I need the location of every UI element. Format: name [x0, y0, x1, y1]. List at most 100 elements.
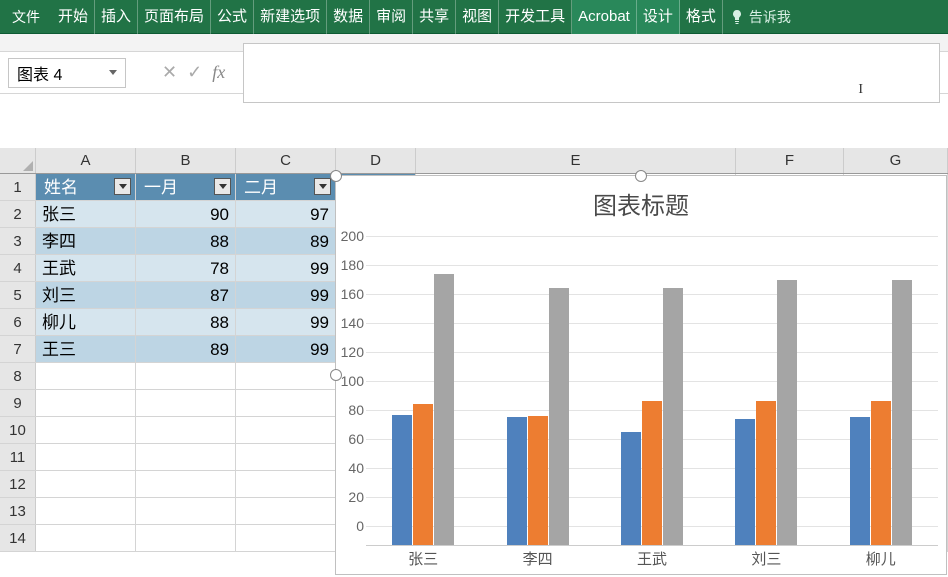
cell[interactable]: 张三: [36, 201, 136, 227]
filter-dropdown-icon[interactable]: [114, 178, 131, 195]
table-header-cell[interactable]: 姓名: [36, 174, 136, 200]
row-header[interactable]: 11: [0, 444, 36, 470]
cell[interactable]: [236, 417, 336, 443]
cell[interactable]: 90: [136, 201, 236, 227]
col-header[interactable]: G: [844, 148, 948, 173]
cell[interactable]: 88: [136, 228, 236, 254]
cell[interactable]: [36, 444, 136, 470]
cell[interactable]: [236, 525, 336, 551]
cell[interactable]: [136, 471, 236, 497]
chart-plot-area[interactable]: 020406080100120140160180200张三李四王武刘三柳儿: [366, 236, 938, 546]
ribbon-tab[interactable]: 插入: [95, 0, 138, 34]
embedded-chart[interactable]: 图表标题 020406080100120140160180200张三李四王武刘三…: [335, 175, 947, 575]
col-header[interactable]: D: [336, 148, 416, 173]
cell[interactable]: [236, 363, 336, 389]
resize-handle[interactable]: [635, 170, 647, 182]
cell[interactable]: [36, 498, 136, 524]
filter-dropdown-icon[interactable]: [314, 178, 331, 195]
table-header-cell[interactable]: 一月: [136, 174, 236, 200]
cell[interactable]: 王武: [36, 255, 136, 281]
ribbon-tab[interactable]: 共享: [413, 0, 456, 34]
cell[interactable]: 78: [136, 255, 236, 281]
row-header[interactable]: 8: [0, 363, 36, 389]
chart-bar[interactable]: [507, 417, 527, 545]
cell[interactable]: 99: [236, 282, 336, 308]
cell[interactable]: 99: [236, 336, 336, 362]
chart-bar[interactable]: [871, 401, 891, 545]
ribbon-tab[interactable]: 设计: [637, 0, 680, 34]
cell[interactable]: 87: [136, 282, 236, 308]
row-header[interactable]: 5: [0, 282, 36, 308]
file-menu[interactable]: 文件: [0, 0, 52, 34]
tell-me-input[interactable]: 告诉我: [723, 7, 797, 27]
confirm-icon[interactable]: ✓: [187, 62, 202, 83]
ribbon-tab[interactable]: 格式: [680, 0, 723, 34]
cell[interactable]: 刘三: [36, 282, 136, 308]
table-header-cell[interactable]: 二月: [236, 174, 336, 200]
chart-bar[interactable]: [413, 404, 433, 545]
cell[interactable]: [36, 525, 136, 551]
col-header[interactable]: F: [736, 148, 844, 173]
cell[interactable]: [236, 471, 336, 497]
col-header[interactable]: A: [36, 148, 136, 173]
cell[interactable]: [136, 390, 236, 416]
chart-bar[interactable]: [892, 280, 912, 545]
row-header[interactable]: 4: [0, 255, 36, 281]
row-header[interactable]: 10: [0, 417, 36, 443]
fx-icon[interactable]: fx: [212, 62, 225, 83]
chart-bar[interactable]: [663, 288, 683, 545]
cell[interactable]: [236, 498, 336, 524]
row-header[interactable]: 12: [0, 471, 36, 497]
chart-bar[interactable]: [392, 415, 412, 546]
chart-bar[interactable]: [735, 419, 755, 545]
chart-bar[interactable]: [777, 280, 797, 545]
cell[interactable]: 89: [236, 228, 336, 254]
cell[interactable]: 李四: [36, 228, 136, 254]
col-header[interactable]: B: [136, 148, 236, 173]
cell[interactable]: 88: [136, 309, 236, 335]
row-header[interactable]: 7: [0, 336, 36, 362]
cell[interactable]: [236, 444, 336, 470]
col-header[interactable]: E: [416, 148, 736, 173]
cell[interactable]: [236, 390, 336, 416]
ribbon-tab[interactable]: 数据: [327, 0, 370, 34]
cell[interactable]: 王三: [36, 336, 136, 362]
row-header[interactable]: 9: [0, 390, 36, 416]
cell[interactable]: 99: [236, 255, 336, 281]
filter-dropdown-icon[interactable]: [214, 178, 231, 195]
ribbon-tab[interactable]: 视图: [456, 0, 499, 34]
cell[interactable]: 97: [236, 201, 336, 227]
cell[interactable]: [36, 471, 136, 497]
name-box[interactable]: 图表 4: [8, 58, 126, 88]
formula-input[interactable]: I: [243, 43, 940, 103]
cancel-icon[interactable]: ✕: [162, 62, 177, 83]
cell[interactable]: [36, 363, 136, 389]
cell[interactable]: [136, 417, 236, 443]
row-header[interactable]: 6: [0, 309, 36, 335]
cell[interactable]: 99: [236, 309, 336, 335]
cell[interactable]: [136, 363, 236, 389]
ribbon-tab[interactable]: 页面布局: [138, 0, 211, 34]
ribbon-tab[interactable]: 公式: [211, 0, 254, 34]
ribbon-tab[interactable]: Acrobat: [572, 0, 637, 34]
chart-bar[interactable]: [621, 432, 641, 545]
chart-title[interactable]: 图表标题: [336, 176, 946, 227]
cell[interactable]: [136, 444, 236, 470]
row-header[interactable]: 3: [0, 228, 36, 254]
col-header[interactable]: C: [236, 148, 336, 173]
row-header[interactable]: 13: [0, 498, 36, 524]
cell[interactable]: [136, 525, 236, 551]
resize-handle[interactable]: [330, 170, 342, 182]
chart-bar[interactable]: [850, 417, 870, 545]
row-header[interactable]: 2: [0, 201, 36, 227]
cell[interactable]: [36, 417, 136, 443]
cell[interactable]: 89: [136, 336, 236, 362]
row-header[interactable]: 14: [0, 525, 36, 551]
ribbon-tab[interactable]: 开始: [52, 0, 95, 34]
cell[interactable]: 柳儿: [36, 309, 136, 335]
ribbon-tab[interactable]: 审阅: [370, 0, 413, 34]
cell[interactable]: [136, 498, 236, 524]
chart-bar[interactable]: [528, 416, 548, 545]
cell[interactable]: [36, 390, 136, 416]
chart-bar[interactable]: [434, 274, 454, 545]
